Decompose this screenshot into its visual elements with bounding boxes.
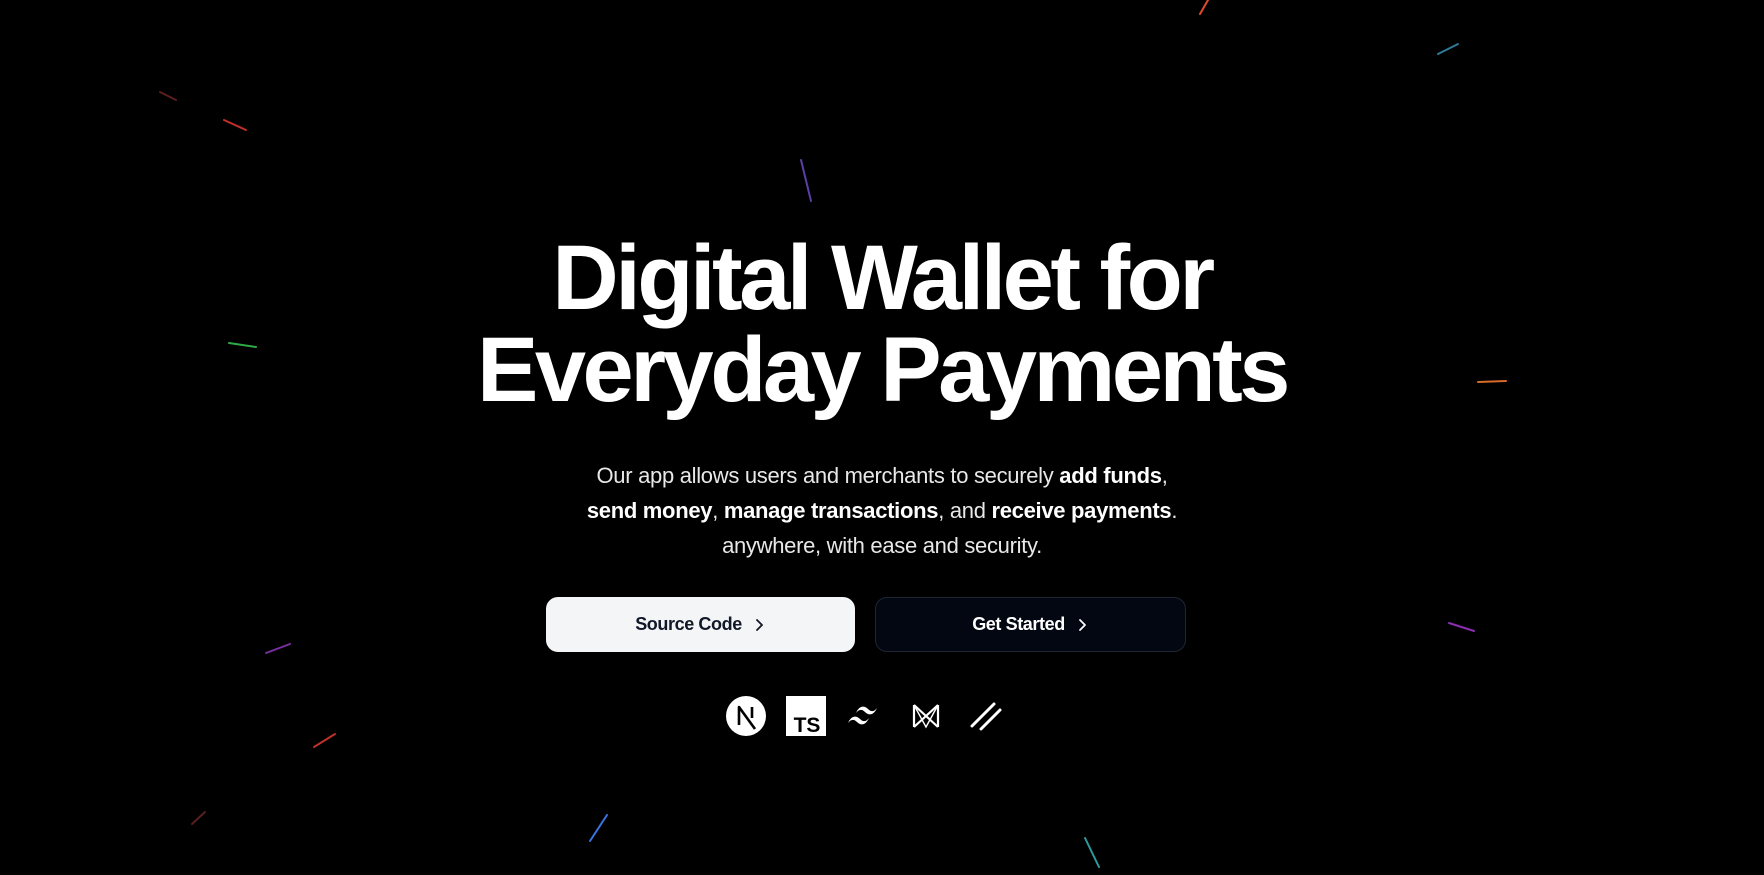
source-code-button[interactable]: Source Code [546, 597, 855, 652]
hero-description: Our app allows users and merchants to se… [532, 458, 1232, 563]
description-emphasis-add-funds: add funds [1059, 463, 1162, 488]
description-text: . [1171, 498, 1178, 523]
meteor-streak [1199, 0, 1209, 15]
description-text: , [712, 498, 724, 523]
description-emphasis-manage-transactions: manage transactions [723, 498, 939, 523]
meteor-streak [159, 91, 177, 101]
meteor-streak [265, 643, 291, 654]
meteor-streak [589, 814, 608, 842]
meteor-streak [1437, 43, 1459, 55]
tech-stack-icons: TS [726, 696, 1006, 736]
description-text: anywhere, with ease and security. [722, 533, 1042, 558]
meteor-streak [1448, 622, 1475, 632]
chevron-right-icon [1075, 618, 1089, 632]
description-emphasis-send-money: send money [586, 498, 713, 523]
prisma-icon [906, 696, 946, 736]
landing-page: Digital Wallet for Everyday Payments Our… [0, 0, 1764, 875]
hero-headline: Digital Wallet for Everyday Payments [0, 232, 1764, 416]
typescript-icon-text: TS [794, 714, 821, 736]
meteor-streak [1084, 837, 1100, 868]
description-emphasis-receive-payments: receive payments [991, 498, 1172, 523]
meteor-streak [800, 159, 812, 202]
headline-line-1: Digital Wallet for [552, 227, 1215, 329]
get-started-label: Get Started [972, 614, 1065, 634]
typescript-icon: TS [786, 696, 826, 736]
source-code-label: Source Code [635, 614, 742, 634]
hero-actions: Source Code Get Started [546, 597, 1186, 652]
hero-section: Digital Wallet for Everyday Payments Our… [0, 232, 1764, 563]
description-text: , [1161, 463, 1168, 488]
description-text: Our app allows users and merchants to se… [596, 463, 1060, 488]
chevron-right-icon [752, 618, 766, 632]
meteor-streak [223, 119, 247, 131]
tailwindcss-icon [846, 696, 886, 736]
meteor-streak [313, 733, 336, 748]
get-started-button[interactable]: Get Started [875, 597, 1186, 652]
meteor-streak [191, 811, 206, 825]
headline-line-2: Everyday Payments [477, 319, 1290, 421]
shadcn-icon [966, 696, 1006, 736]
nextjs-icon [726, 696, 766, 736]
description-text: , and [938, 498, 992, 523]
